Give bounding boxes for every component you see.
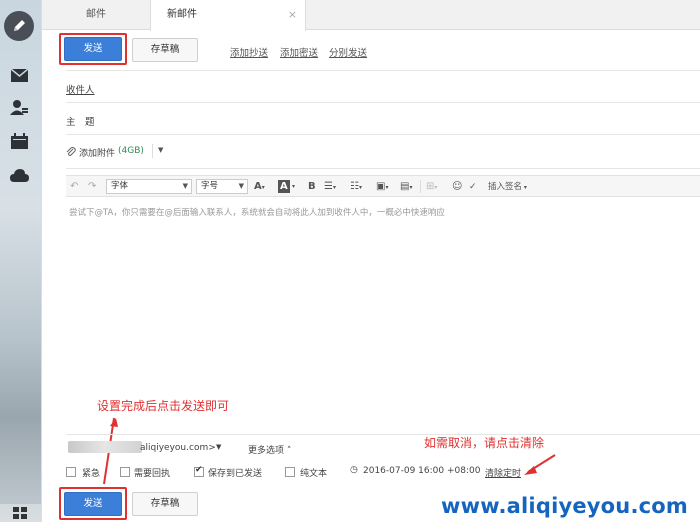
separate-send-link[interactable]: 分别发送 (329, 45, 367, 59)
chevron-down-icon[interactable]: ▾ (292, 179, 295, 195)
divider (66, 134, 700, 135)
attach-label: 添加附件 (79, 149, 116, 159)
sidebar (0, 0, 41, 522)
attach-size: (4GB) (118, 146, 144, 156)
sender-address-blurred (68, 441, 142, 453)
annotation-clear-hint: 如需取消，请点击清除 (424, 436, 545, 450)
add-cc-link[interactable]: 添加抄送 (230, 45, 268, 59)
chevron-down-icon: ▼ (182, 182, 188, 190)
emoji-icon[interactable]: ☺ (452, 179, 462, 195)
divider (66, 434, 700, 435)
save-sent-checkbox[interactable] (194, 465, 204, 477)
font-size-value: 字号 (201, 181, 219, 191)
recipient-label[interactable]: 收件人 (66, 82, 95, 96)
editor-placeholder[interactable]: 尝试下@TA，你只需要在@后面输入联系人，系统就会自动将此人加到收件人中，一概必… (69, 206, 445, 218)
plain-text-label: 纯文本 (300, 469, 328, 479)
save-sent-label: 保存到已发送 (208, 469, 263, 479)
urgent-label: 紧急 (82, 469, 101, 479)
paperclip-icon (66, 147, 76, 156)
highlight-color-icon[interactable]: A (278, 180, 290, 193)
more-options-label: 更多选项 (248, 446, 285, 456)
divider (66, 168, 700, 169)
compose-pen-icon[interactable] (4, 11, 34, 41)
calendar-icon[interactable] (9, 131, 29, 151)
urgent-checkbox[interactable] (66, 467, 76, 477)
read-receipt-label: 需要回执 (134, 469, 171, 479)
plain-text-checkbox[interactable] (285, 467, 295, 477)
annotation-send-hint: 设置完成后点击发送即可 (97, 399, 230, 413)
font-family-select[interactable]: 字体 ▼ (106, 179, 192, 194)
sidebar-divider (41, 0, 42, 522)
add-bcc-link[interactable]: 添加密送 (280, 45, 318, 59)
redo-icon[interactable]: ↷ (88, 179, 96, 195)
watermark: www.aliqiyeyou.com (441, 494, 688, 518)
send-button-top[interactable]: 发送 (64, 37, 122, 61)
editor-toolbar: ↶ ↷ 字体 ▼ 字号 ▼ A▾ A ▾ B ☰▾ ☷▾ ▣▾ ▤▾ ⊞▾ ☺ ✓ … (66, 175, 700, 197)
bullet-list-icon[interactable]: ☰▾ (324, 179, 336, 195)
insert-icon[interactable]: ▤▾ (400, 179, 412, 195)
chevron-down-icon[interactable]: ▼ (216, 443, 221, 451)
save-draft-button-top[interactable]: 存草稿 (132, 38, 198, 62)
sender-address-suffix[interactable]: aliqiyeyou.com> (140, 443, 216, 453)
attach-dropdown-icon[interactable]: ▼ (158, 146, 163, 154)
contacts-icon[interactable] (9, 97, 29, 117)
schedule-time[interactable]: 2016-07-09 16:00 +08:00 (363, 466, 480, 476)
mail-icon[interactable] (9, 65, 29, 85)
clock-icon: ◷ (350, 465, 358, 475)
close-icon[interactable]: × (288, 0, 297, 30)
insert-signature-button[interactable]: 插入签名 ▾ (488, 179, 527, 195)
chevron-down-icon: ▼ (238, 182, 244, 190)
divider (66, 70, 700, 71)
numbered-list-icon[interactable]: ☷▾ (350, 179, 362, 195)
divider (66, 102, 700, 103)
insert-signature-label: 插入签名 (488, 182, 523, 192)
sidebar-bottom-bar (0, 504, 41, 522)
send-button-bottom[interactable]: 发送 (64, 492, 122, 516)
font-color-icon[interactable]: A▾ (254, 179, 265, 195)
tab-bar: 邮件 新邮件 × (42, 0, 700, 31)
spellcheck-icon[interactable]: ✓ (469, 179, 477, 195)
tab-new-mail-label: 新邮件 (167, 9, 197, 20)
read-receipt-checkbox[interactable] (120, 467, 130, 477)
divider (420, 180, 421, 193)
save-draft-button-bottom[interactable]: 存草稿 (132, 492, 198, 516)
divider (152, 144, 153, 158)
clear-schedule-link[interactable]: 清除定时 (485, 466, 521, 479)
undo-icon[interactable]: ↶ (70, 179, 78, 195)
font-family-value: 字体 (111, 181, 129, 191)
subject-label: 主 题 (66, 117, 95, 128)
grid-icon (13, 507, 27, 519)
table-icon[interactable]: ⊞▾ (426, 179, 437, 195)
bold-icon[interactable]: B (308, 179, 316, 195)
image-icon[interactable]: ▣▾ (376, 179, 388, 195)
more-options-link[interactable]: 更多选项 ˄ (248, 443, 291, 456)
font-size-select[interactable]: 字号 ▼ (196, 179, 248, 194)
cloud-icon[interactable] (9, 165, 29, 185)
tab-mail[interactable]: 邮件 (42, 0, 150, 30)
tab-new-mail[interactable]: 新邮件 × (150, 0, 306, 31)
